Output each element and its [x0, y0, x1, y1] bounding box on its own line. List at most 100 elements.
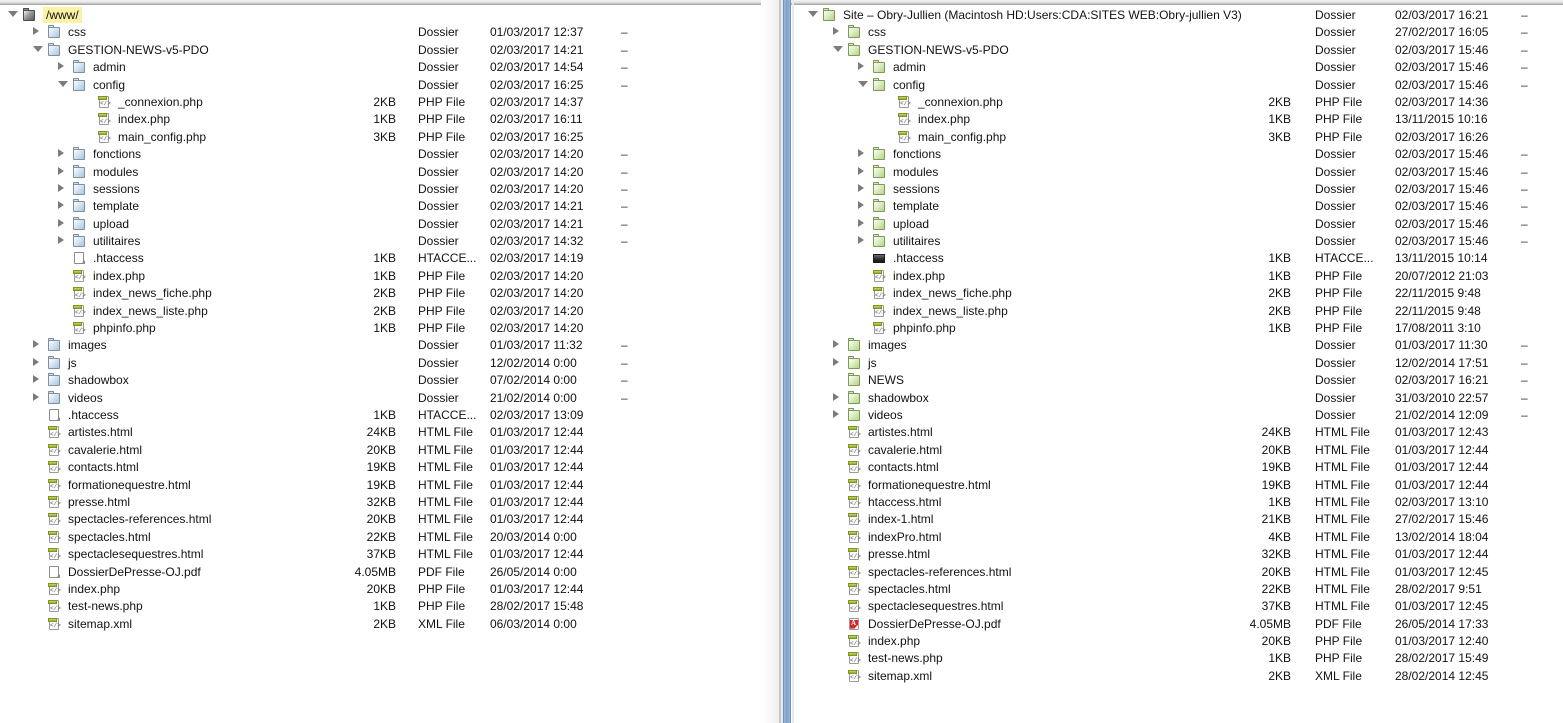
file-row[interactable]: Site – Obry-Jullien (Macintosh HD:Users:… [795, 6, 1563, 23]
file-row[interactable]: </> _connexion.php 2KB PHP File 02/03/2017 1… [795, 93, 1563, 110]
file-row[interactable]: images Dossier 01/03/2017 11:32 – [0, 336, 760, 353]
file-row[interactable]: upload Dossier 02/03/2017 14:21 – [0, 215, 760, 232]
chevron-right-icon[interactable] [58, 183, 64, 192]
file-row[interactable]: </> test-news.php 1KB PHP File 28/02/2017 15… [795, 649, 1563, 666]
chevron-right-icon[interactable] [858, 149, 864, 158]
file-row[interactable]: </> phpinfo.php 1KB PHP File 02/03/2017 14:2… [0, 319, 760, 336]
chevron-right-icon[interactable] [858, 218, 864, 227]
file-row[interactable]: </> main_config.php 3KB PHP File 02/03/2017 … [795, 128, 1563, 145]
file-row[interactable]: NEWS Dossier 02/03/2017 16:21 – [795, 371, 1563, 388]
file-row[interactable]: </> cavalerie.html 20KB HTML File 01/03/2017… [0, 441, 760, 458]
chevron-right-icon[interactable] [33, 340, 39, 349]
file-row[interactable]: js Dossier 12/02/2014 0:00 – [0, 354, 760, 371]
file-row[interactable]: GESTION-NEWS-v5-PDO Dossier 02/03/2017 14:… [0, 41, 760, 58]
chevron-right-icon[interactable] [833, 392, 839, 401]
right-file-tree-panel[interactable]: Site – Obry-Jullien (Macintosh HD:Users:… [795, 6, 1563, 723]
file-row[interactable]: </> presse.html 32KB HTML File 01/03/2017 12… [0, 493, 760, 510]
file-row[interactable]: </> main_config.php 3KB PHP File 02/03/2017 … [0, 128, 760, 145]
file-row[interactable]: </> index_news_fiche.php 2KB PHP File 22/11/… [795, 284, 1563, 301]
file-row[interactable]: </> index.php 1KB PHP File 20/07/2012 21:03 [795, 267, 1563, 284]
file-row[interactable]: videos Dossier 21/02/2014 12:09 – [795, 406, 1563, 423]
file-row[interactable]: </> spectacles.html 22KB HTML File 28/02/201… [795, 580, 1563, 597]
file-row[interactable]: </> index.php 1KB PHP File 02/03/2017 16:11 [0, 110, 760, 127]
left-file-tree-panel[interactable]: /www/css Dossier 01/03/2017 12:37– GESTION-… [0, 6, 760, 723]
file-row[interactable]: utilitaires Dossier 02/03/2017 14:32 – [0, 232, 760, 249]
file-row[interactable]: modules Dossier 02/03/2017 14:20 – [0, 163, 760, 180]
file-row[interactable]: shadowbox Dossier 07/02/2014 0:00 – [0, 371, 760, 388]
file-row[interactable]: sessions Dossier 02/03/2017 14:20 – [0, 180, 760, 197]
vertical-scrollbar-thumb[interactable] [783, 0, 791, 723]
file-row[interactable]: </> cavalerie.html 20KB HTML File 01/03/2017… [795, 441, 1563, 458]
file-row[interactable]: videos Dossier 21/02/2014 0:00 – [0, 389, 760, 406]
chevron-right-icon[interactable] [58, 166, 64, 175]
file-row[interactable]: </> index.php 1KB PHP File 02/03/2017 14:20 [0, 267, 760, 284]
file-row[interactable]: </> index.php 20KB PHP File 01/03/2017 12:40 [795, 632, 1563, 649]
chevron-right-icon[interactable] [833, 409, 839, 418]
file-row[interactable]: </> htaccess.html 1KB HTML File 02/03/2017 1… [795, 493, 1563, 510]
file-row[interactable]: </> formationequestre.html 19KB HTML File 01… [795, 476, 1563, 493]
file-row[interactable]: </> spectacles-references.html 20KB HTML Fi… [0, 510, 760, 527]
chevron-right-icon[interactable] [33, 392, 39, 401]
chevron-right-icon[interactable] [33, 357, 39, 366]
file-row[interactable]: fonctions Dossier 02/03/2017 14:20 – [0, 145, 760, 162]
chevron-down-icon[interactable] [33, 45, 43, 52]
file-row[interactable]: css Dossier 01/03/2017 12:37 – [0, 23, 760, 40]
file-row[interactable]: </> spectaclesequestres.html 37KB HTML File… [795, 597, 1563, 614]
file-row[interactable]: </> sitemap.xml 2KB XML File 28/02/2014 12:4… [795, 667, 1563, 684]
file-row[interactable]: </> presse.html 32KB HTML File 01/03/2017 12… [795, 545, 1563, 562]
file-row[interactable]: DossierDePresse-OJ.pdf 4.05MB PDF File 26/0… [0, 563, 760, 580]
file-row[interactable]: admin Dossier 02/03/2017 14:54 – [0, 58, 760, 75]
chevron-right-icon[interactable] [858, 236, 864, 245]
file-row[interactable]: </> test-news.php 1KB PHP File 28/02/2017 15… [0, 597, 760, 614]
chevron-right-icon[interactable] [833, 357, 839, 366]
file-row[interactable]: </> formationequestre.html 19KB HTML File 01… [0, 476, 760, 493]
file-row[interactable]: </> index.php 1KB PHP File 13/11/2015 10:16 [795, 110, 1563, 127]
file-row[interactable]: </> spectaclesequestres.html 37KB HTML File… [0, 545, 760, 562]
file-row[interactable]: template Dossier 02/03/2017 14:21 – [0, 197, 760, 214]
file-row[interactable]: </> spectacles.html 22KB HTML File 20/03/201… [0, 528, 760, 545]
file-row[interactable]: upload Dossier 02/03/2017 15:46 – [795, 215, 1563, 232]
file-row[interactable]: .htaccess 1KB HTACCE... 02/03/2017 13:09 [0, 406, 760, 423]
file-row[interactable]: </> contacts.html 19KB HTML File 01/03/2017 … [0, 458, 760, 475]
chevron-right-icon[interactable] [858, 201, 864, 210]
chevron-right-icon[interactable] [858, 183, 864, 192]
file-row[interactable]: sessions Dossier 02/03/2017 15:46 – [795, 180, 1563, 197]
chevron-down-icon[interactable] [8, 11, 18, 17]
file-row[interactable]: </> indexPro.html 4KB HTML File 13/02/2014 1… [795, 528, 1563, 545]
file-row[interactable]: </> index_news_liste.php 2KB PHP File 02/03/… [0, 302, 760, 319]
file-row[interactable]: </> index_news_liste.php 2KB PHP File 22/11/… [795, 302, 1563, 319]
file-row[interactable]: </> artistes.html 24KB HTML File 01/03/2017 … [795, 423, 1563, 440]
chevron-right-icon[interactable] [858, 62, 864, 71]
file-row[interactable]: </> index.php 20KB PHP File 01/03/2017 12:44 [0, 580, 760, 597]
file-row[interactable]: GESTION-NEWS-v5-PDO Dossier 02/03/2017 15:… [795, 41, 1563, 58]
file-row[interactable]: </> contacts.html 19KB HTML File 01/03/2017 … [795, 458, 1563, 475]
chevron-right-icon[interactable] [58, 218, 64, 227]
chevron-right-icon[interactable] [58, 149, 64, 158]
file-row[interactable]: A DossierDePresse-OJ.pdf 4.05MB PDF File 26/… [795, 615, 1563, 632]
file-row[interactable]: </> _connexion.php 2KB PHP File 02/03/2017 1… [0, 93, 760, 110]
chevron-right-icon[interactable] [58, 201, 64, 210]
file-row[interactable]: </> index_news_fiche.php 2KB PHP File 02/03/… [0, 284, 760, 301]
file-row[interactable]: css Dossier 27/02/2017 16:05 – [795, 23, 1563, 40]
file-row[interactable]: fonctions Dossier 02/03/2017 15:46 – [795, 145, 1563, 162]
file-row[interactable]: images Dossier 01/03/2017 11:30 – [795, 336, 1563, 353]
chevron-right-icon[interactable] [858, 166, 864, 175]
file-row[interactable]: /www/ [0, 6, 760, 23]
chevron-right-icon[interactable] [33, 375, 39, 384]
file-row[interactable]: </> artistes.html 24KB HTML File 01/03/2017 … [0, 423, 760, 440]
file-row[interactable]: </> phpinfo.php 1KB PHP File 17/08/2011 3:10 [795, 319, 1563, 336]
chevron-down-icon[interactable] [808, 11, 818, 17]
file-row[interactable]: template Dossier 02/03/2017 15:46 – [795, 197, 1563, 214]
file-row[interactable]: js Dossier 12/02/2014 17:51 – [795, 354, 1563, 371]
file-row[interactable]: modules Dossier 02/03/2017 15:46 – [795, 163, 1563, 180]
chevron-right-icon[interactable] [58, 62, 64, 71]
file-row[interactable]: admin Dossier 02/03/2017 15:46 – [795, 58, 1563, 75]
file-row[interactable]: config Dossier 02/03/2017 16:25 – [0, 76, 760, 93]
chevron-down-icon[interactable] [858, 80, 868, 87]
chevron-right-icon[interactable] [58, 236, 64, 245]
file-row[interactable]: .htaccess 1KB HTACCE... 02/03/2017 14:19 [0, 249, 760, 266]
chevron-down-icon[interactable] [833, 45, 843, 52]
file-row[interactable]: config Dossier 02/03/2017 15:46 – [795, 76, 1563, 93]
file-row[interactable]: </> spectacles-references.html 20KB HTML Fi… [795, 563, 1563, 580]
chevron-right-icon[interactable] [833, 340, 839, 349]
